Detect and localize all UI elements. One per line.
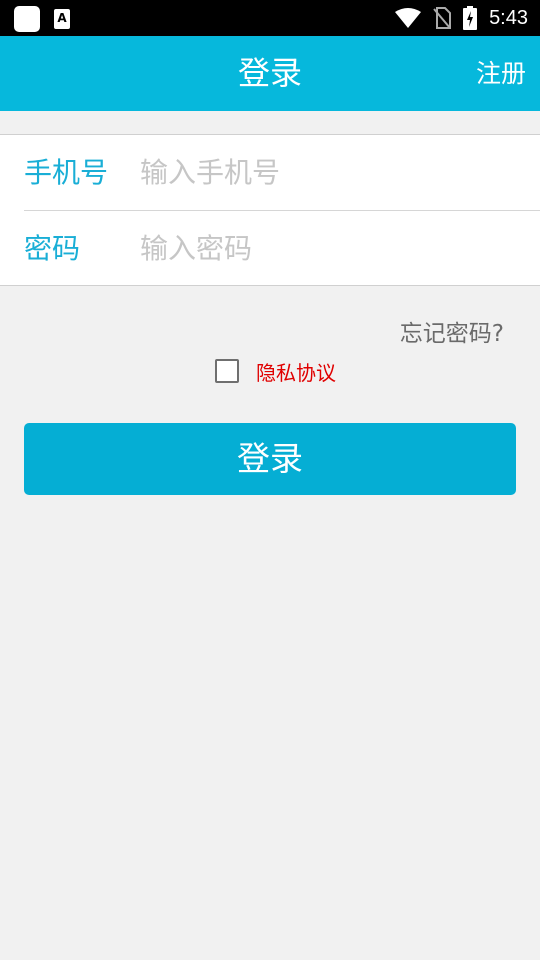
status-bar: A 5:43 — [0, 0, 540, 36]
app-bar: 登录 注册 — [0, 36, 540, 111]
wifi-icon — [395, 8, 422, 28]
login-form: 手机号 输入手机号 密码 输入密码 — [0, 134, 540, 286]
privacy-checkbox[interactable] — [215, 359, 239, 383]
forgot-password-link[interactable]: 忘记密码? — [400, 314, 504, 348]
password-row: 密码 输入密码 — [24, 210, 540, 285]
privacy-agreement: 隐私协议 — [215, 357, 336, 385]
no-sim-icon — [433, 7, 452, 29]
phone-label: 手机号 — [24, 156, 109, 189]
font-a-icon: A — [54, 9, 70, 29]
status-bar-system: 5:43 — [395, 4, 528, 32]
app-notification-icon — [14, 6, 40, 32]
status-bar-notifications: A — [14, 6, 70, 32]
clock: 5:43 — [489, 6, 528, 29]
page-title: 登录 — [237, 54, 302, 92]
battery-charging-icon — [463, 6, 478, 30]
register-button[interactable]: 注册 — [476, 36, 526, 111]
phone-row: 手机号 输入手机号 — [0, 135, 540, 210]
privacy-agreement-link[interactable]: 隐私协议 — [256, 357, 336, 386]
login-button[interactable]: 登录 — [24, 423, 516, 495]
password-input[interactable]: 输入密码 — [140, 211, 252, 286]
password-label: 密码 — [24, 232, 81, 265]
phone-input[interactable]: 输入手机号 — [140, 135, 280, 210]
